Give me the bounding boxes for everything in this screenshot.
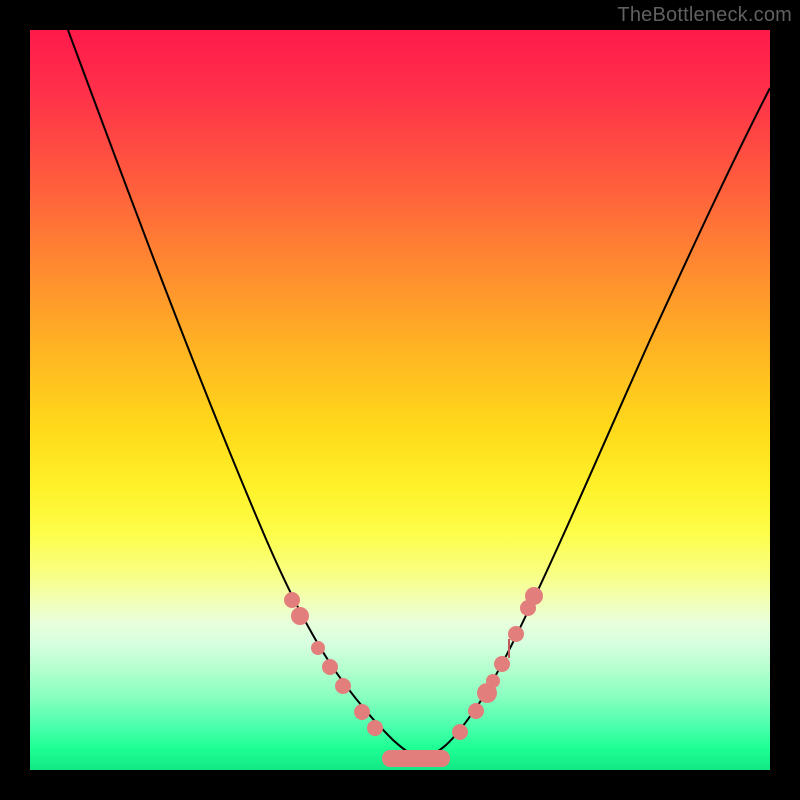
data-point bbox=[284, 592, 300, 608]
data-point bbox=[508, 626, 524, 642]
chart-area bbox=[30, 30, 770, 770]
curve-line bbox=[68, 30, 770, 757]
data-point bbox=[525, 587, 543, 605]
data-point bbox=[322, 659, 338, 675]
flat-band-marker bbox=[382, 750, 450, 767]
data-point bbox=[335, 678, 351, 694]
data-point bbox=[354, 704, 370, 720]
markers-left bbox=[284, 592, 383, 736]
markers-right bbox=[452, 587, 543, 740]
data-point bbox=[291, 607, 309, 625]
data-point bbox=[452, 724, 468, 740]
data-point bbox=[468, 703, 484, 719]
data-point bbox=[494, 656, 510, 672]
watermark-text: TheBottleneck.com bbox=[617, 4, 792, 27]
data-point bbox=[486, 674, 500, 688]
data-point bbox=[367, 720, 383, 736]
data-point bbox=[311, 641, 325, 655]
chart-svg bbox=[30, 30, 770, 770]
